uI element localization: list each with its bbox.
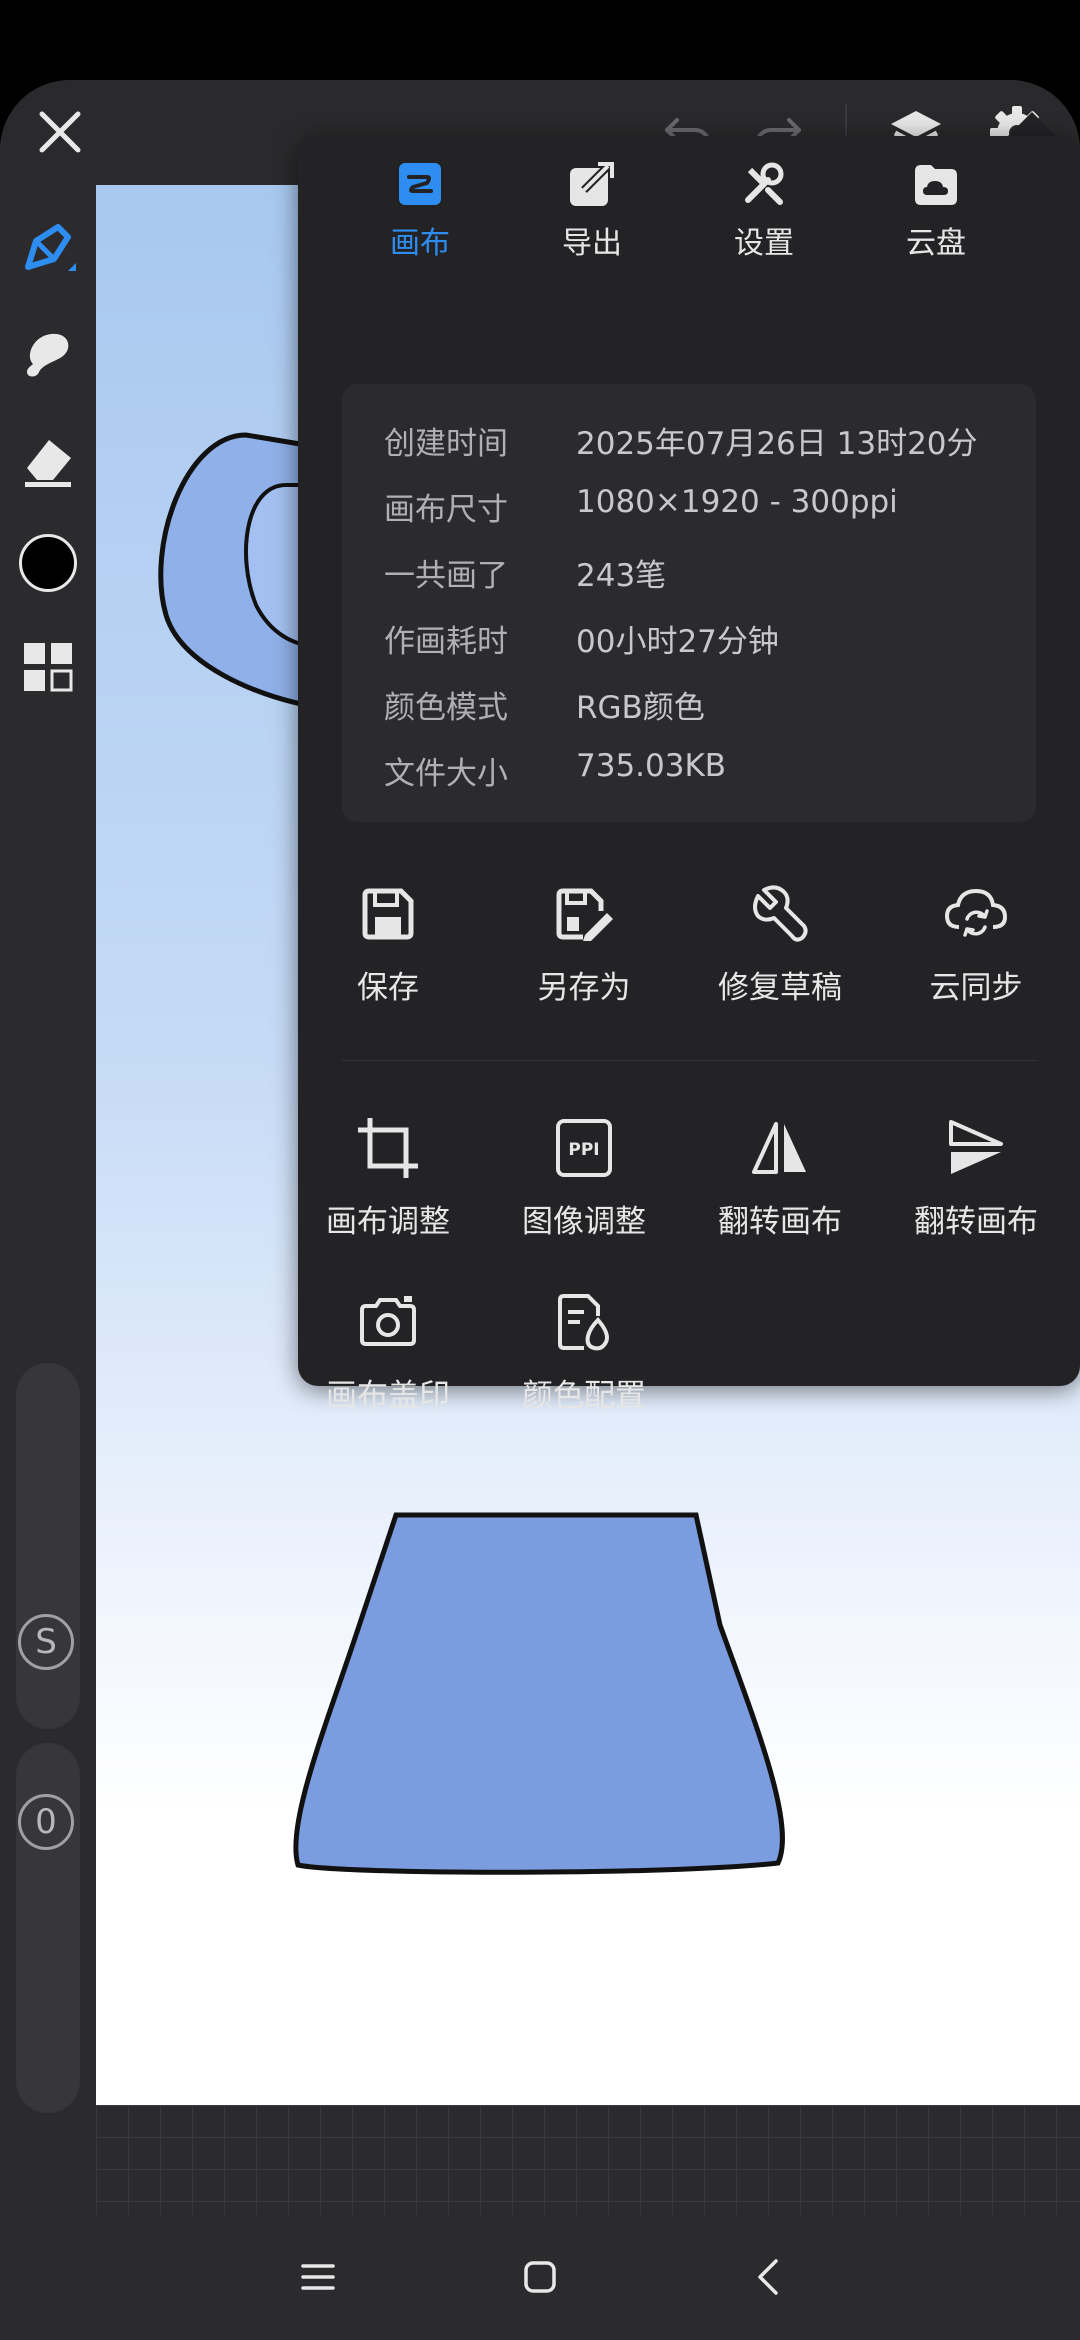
- save-icon: [300, 880, 476, 948]
- repair-draft-button[interactable]: 修复草稿: [692, 880, 868, 1007]
- home-icon[interactable]: [512, 2249, 568, 2305]
- ppi-icon: PPI: [496, 1114, 672, 1182]
- info-row: 画布尺寸 1080×1920 - 300ppi: [384, 484, 898, 528]
- svg-text:PPI: PPI: [568, 1140, 599, 1160]
- color-profile-icon: [496, 1288, 672, 1356]
- save-as-button[interactable]: 另存为: [496, 880, 672, 1007]
- camera-icon: [300, 1288, 476, 1356]
- save-button[interactable]: 保存: [300, 880, 476, 1007]
- canvas-info-panel: 创建时间 2025年07月26日 13时20分 画布尺寸 1080×1920 - 3…: [342, 384, 1036, 822]
- eraser-tool-icon[interactable]: [10, 423, 86, 499]
- section-divider: [342, 1060, 1036, 1061]
- tab-cloud-drive[interactable]: 云盘: [866, 156, 1006, 266]
- back-icon[interactable]: [740, 2249, 796, 2305]
- color-swatch[interactable]: [10, 525, 86, 601]
- cloud-sync-button[interactable]: 云同步: [888, 880, 1064, 1007]
- menu-icon[interactable]: [290, 2249, 346, 2305]
- canvas-icon: [350, 156, 490, 212]
- info-row: 作画耗时 00小时27分钟: [384, 624, 779, 660]
- left-toolbar: S 0: [0, 185, 96, 2113]
- crop-icon: [300, 1114, 476, 1182]
- tab-canvas[interactable]: 画布: [350, 156, 490, 266]
- tab-export[interactable]: 导出: [522, 156, 662, 266]
- timeline-grid: [96, 2105, 1080, 2215]
- flip-vertical-icon: [888, 1114, 1064, 1182]
- flip-canvas-vertical-button[interactable]: 翻转画布: [888, 1114, 1064, 1241]
- info-row: 创建时间 2025年07月26日 13时20分: [384, 426, 978, 462]
- cloud-sync-icon: [888, 880, 1064, 948]
- tools-icon: [694, 156, 834, 212]
- system-nav-bar: [0, 2215, 1080, 2340]
- info-row: 一共画了 243笔: [384, 558, 667, 594]
- export-icon: [522, 156, 662, 212]
- canvas-stamp-button[interactable]: 画布盖印: [300, 1288, 476, 1415]
- tab-settings[interactable]: 设置: [694, 156, 834, 266]
- flip-canvas-horizontal-button[interactable]: 翻转画布: [692, 1114, 868, 1241]
- size-indicator: S: [18, 1614, 74, 1670]
- flip-horizontal-icon: [692, 1114, 868, 1182]
- smudge-tool-icon[interactable]: [10, 317, 86, 393]
- canvas-adjust-button[interactable]: 画布调整: [300, 1114, 476, 1241]
- brush-tool-icon[interactable]: [10, 211, 86, 287]
- wrench-icon: [692, 880, 868, 948]
- color-profile-button[interactable]: 颜色配置: [496, 1288, 672, 1415]
- opacity-indicator: 0: [18, 1794, 74, 1850]
- info-row: 文件大小 735.03KB: [384, 748, 727, 792]
- popup-arrow: [1006, 112, 1058, 138]
- image-adjust-button[interactable]: PPI 图像调整: [496, 1114, 672, 1241]
- grid-menu-icon[interactable]: [10, 629, 86, 705]
- cloud-drive-icon: [866, 156, 1006, 212]
- brush-size-slider[interactable]: [16, 1363, 80, 1729]
- close-icon[interactable]: [28, 100, 92, 164]
- info-row: 颜色模式 RGB颜色: [384, 690, 705, 726]
- save-as-icon: [496, 880, 672, 948]
- canvas-settings-popup: 画布 导出 设置 云盘 创建时间 2025年07月26日 13时20分 画布尺寸 1…: [298, 136, 1080, 1414]
